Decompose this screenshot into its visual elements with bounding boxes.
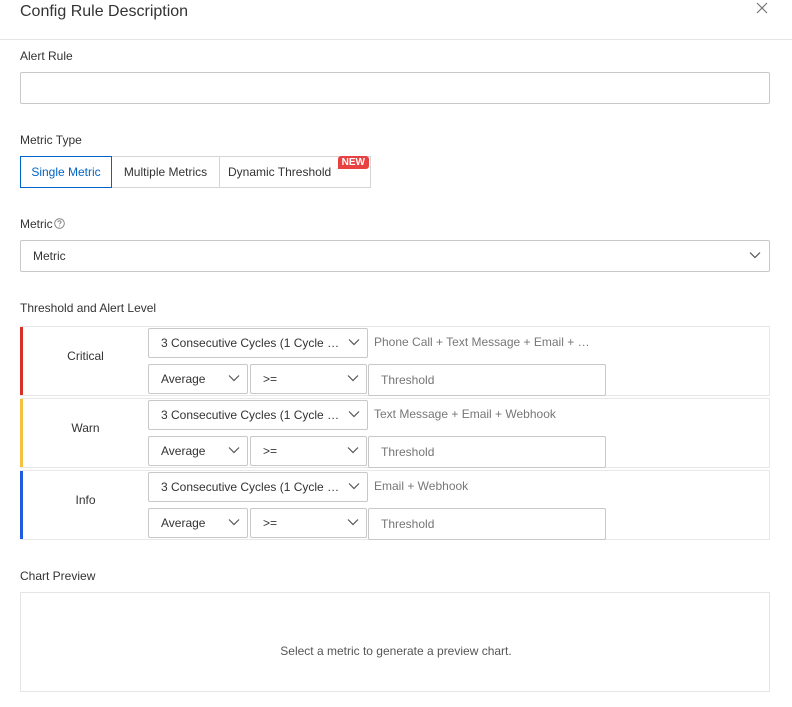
close-icon[interactable]: [752, 0, 772, 18]
level-name: Warn: [71, 421, 100, 435]
chart-preview-area: Select a metric to generate a preview ch…: [20, 592, 770, 692]
statistic-select[interactable]: Average: [148, 508, 248, 538]
help-icon[interactable]: [53, 218, 65, 229]
chevron-down-icon: [228, 447, 240, 454]
cycles-select[interactable]: 3 Consecutive Cycles (1 Cycle = 1 Minute…: [148, 400, 368, 430]
metric-type-label: Metric Type: [20, 133, 82, 147]
cycles-select-value: 3 Consecutive Cycles (1 Cycle = 1 Minute…: [161, 408, 367, 422]
threshold-input[interactable]: [368, 364, 606, 396]
chevron-down-icon: [347, 519, 359, 526]
cycles-select[interactable]: 3 Consecutive Cycles (1 Cycle = 1 Minute…: [148, 472, 368, 502]
chevron-down-icon: [228, 375, 240, 382]
metric-label: Metric: [20, 217, 65, 231]
operator-select[interactable]: >=: [250, 508, 367, 538]
chevron-down-icon: [348, 411, 360, 418]
level-name: Info: [75, 493, 96, 507]
metric-type-multiple-metrics[interactable]: Multiple Metrics: [111, 156, 220, 188]
threshold-input[interactable]: [368, 436, 606, 468]
statistic-select[interactable]: Average: [148, 364, 248, 394]
level-row-warn: Warn 3 Consecutive Cycles (1 Cycle = 1 M…: [20, 398, 770, 468]
chevron-down-icon: [347, 447, 359, 454]
chevron-down-icon: [228, 519, 240, 526]
operator-select[interactable]: >=: [250, 436, 367, 466]
metric-select[interactable]: Metric: [20, 240, 770, 272]
level-name: Critical: [67, 349, 104, 363]
dialog-title: Config Rule Description: [20, 3, 189, 20]
metric-type-single-metric[interactable]: Single Metric: [20, 156, 112, 188]
notification-channels: Phone Call + Text Message + Email + Webh…: [374, 335, 599, 349]
close-button[interactable]: [752, 0, 772, 18]
chart-preview-empty-message: Select a metric to generate a preview ch…: [280, 644, 512, 658]
notification-channels: Text Message + Email + Webhook: [374, 407, 556, 421]
chevron-down-icon: [347, 375, 359, 382]
cycles-select-value: 3 Consecutive Cycles (1 Cycle = 1 Minute…: [161, 336, 367, 350]
threshold-label: Threshold and Alert Level: [20, 301, 157, 315]
statistic-select[interactable]: Average: [148, 436, 248, 466]
level-row-critical: Critical 3 Consecutive Cycles (1 Cycle =…: [20, 326, 770, 396]
metric-label-text: Metric: [20, 217, 53, 231]
chevron-down-icon: [348, 339, 360, 346]
alert-rule-label: Alert Rule: [20, 49, 73, 63]
metric-type-dynamic-threshold[interactable]: Dynamic Threshold NEW: [219, 156, 371, 188]
alert-rule-input[interactable]: [20, 72, 770, 104]
cycles-select[interactable]: 3 Consecutive Cycles (1 Cycle = 1 Minute…: [148, 328, 368, 358]
metric-select-value: Metric: [33, 249, 66, 263]
dialog-header: Config Rule Description: [0, 0, 792, 40]
dynamic-threshold-label: Dynamic Threshold: [228, 165, 332, 179]
new-badge: NEW: [337, 156, 369, 169]
chart-preview-label: Chart Preview: [20, 569, 96, 583]
notification-channels: Email + Webhook: [374, 479, 469, 493]
cycles-select-value: 3 Consecutive Cycles (1 Cycle = 1 Minute…: [161, 480, 367, 494]
level-row-info: Info 3 Consecutive Cycles (1 Cycle = 1 M…: [20, 470, 770, 540]
threshold-input[interactable]: [368, 508, 606, 540]
chevron-down-icon: [348, 483, 360, 490]
operator-select[interactable]: >=: [250, 364, 367, 394]
chevron-down-icon: [749, 252, 761, 259]
